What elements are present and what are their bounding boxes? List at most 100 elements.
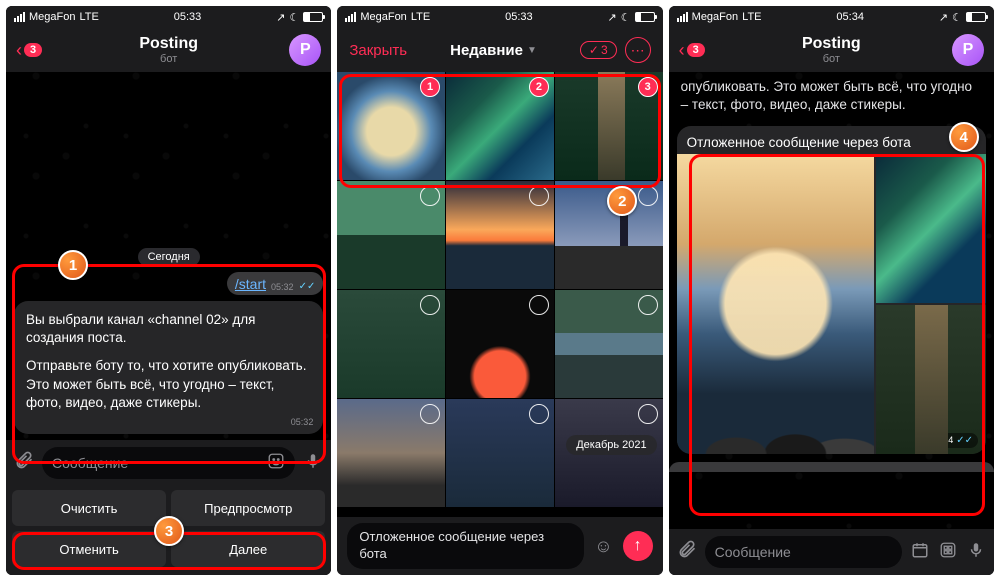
start-command[interactable]: /start xyxy=(235,276,266,292)
more-button[interactable]: ⋯ xyxy=(625,37,651,63)
moon-icon: ☾ xyxy=(952,11,962,24)
selection-circle xyxy=(638,186,658,206)
emoji-icon[interactable]: ☺ xyxy=(594,536,612,557)
gallery-header: Закрыть Недавние ▼ ✓3 ⋯ xyxy=(337,28,662,72)
attach-icon[interactable] xyxy=(677,539,697,565)
selection-badge: 3 xyxy=(638,77,658,97)
arrow-icon: ↗ xyxy=(939,11,948,24)
selection-circle xyxy=(529,186,549,206)
media-caption: Отложенное сообщение через бота xyxy=(677,126,986,154)
status-bar: MegaFon LTE 05:34 ↗ ☾ xyxy=(669,6,994,28)
bot-msg-p1: Вы выбрали канал «channel 02» для создан… xyxy=(26,311,311,347)
selection-circle xyxy=(420,404,440,424)
message-time: 05:32 xyxy=(271,282,294,292)
network-label: LTE xyxy=(79,11,98,23)
send-button[interactable]: ↑ xyxy=(623,531,653,561)
media-photo-1[interactable] xyxy=(677,154,875,454)
signal-icon xyxy=(677,12,688,22)
preview-button[interactable]: Предпросмотр xyxy=(171,490,325,526)
photo-thumb[interactable]: 3 xyxy=(555,72,663,180)
date-separator: Сегодня xyxy=(138,248,200,266)
phone-screen-2: MegaFon LTE 05:33 ↗ ☾ Закрыть Недавние ▼… xyxy=(337,6,662,575)
message-time: 05:32 xyxy=(291,416,314,428)
photo-thumb[interactable] xyxy=(446,399,554,507)
back-button[interactable]: ‹ 3 xyxy=(16,40,42,61)
status-bar: MegaFon LTE 05:33 ↗ ☾ xyxy=(337,6,662,28)
battery-icon xyxy=(635,12,655,22)
status-bar: MegaFon LTE 05:33 ↗ ☾ xyxy=(6,6,331,28)
media-photo-2[interactable] xyxy=(876,154,986,303)
signal-icon xyxy=(345,12,356,22)
battery-icon xyxy=(303,12,323,22)
selection-circle xyxy=(529,404,549,424)
message-input-bar: Сообщение xyxy=(669,529,994,575)
moon-icon: ☾ xyxy=(289,11,299,24)
clear-button[interactable]: Очистить xyxy=(12,490,166,526)
moon-icon: ☾ xyxy=(621,11,631,24)
schedule-icon[interactable] xyxy=(910,541,930,564)
attach-icon[interactable] xyxy=(14,450,34,476)
selection-circle xyxy=(420,186,440,206)
arrow-icon: ↗ xyxy=(276,11,285,24)
mic-icon[interactable] xyxy=(966,541,986,564)
outgoing-message[interactable]: /start 05:32 ✓✓ xyxy=(227,272,323,295)
chat-subtitle: бот xyxy=(669,53,994,65)
mic-icon[interactable] xyxy=(303,452,323,475)
bot-keyboard-icon[interactable] xyxy=(938,541,958,564)
signal-icon xyxy=(14,12,25,22)
month-indicator: Декабрь 2021 xyxy=(566,435,656,455)
caption-bar: Отложенное сообщение через бота ☺ ↑ xyxy=(337,517,662,575)
sticker-icon[interactable] xyxy=(267,452,285,475)
message-input[interactable]: Сообщение xyxy=(705,536,902,568)
battery-icon xyxy=(966,12,986,22)
chat-header: ‹ 3 Posting бот P xyxy=(6,28,331,72)
caption-input[interactable]: Отложенное сообщение через бота xyxy=(347,523,584,569)
chat-header: ‹ 3 Posting бот P xyxy=(669,28,994,72)
unread-badge: 3 xyxy=(24,43,42,57)
album-selector[interactable]: Недавние ▼ xyxy=(450,42,537,59)
photo-thumb[interactable] xyxy=(555,290,663,398)
phone-screen-3: MegaFon LTE 05:34 ↗ ☾ ‹ 3 Posting бот P … xyxy=(669,6,994,575)
photo-thumb[interactable] xyxy=(446,290,554,398)
clock: 05:33 xyxy=(505,11,533,23)
photo-thumb[interactable]: 1 xyxy=(337,72,445,180)
chevron-down-icon: ▼ xyxy=(527,45,537,56)
photo-thumb[interactable] xyxy=(446,181,554,289)
selection-circle xyxy=(420,295,440,315)
cancel-button[interactable]: Отменить xyxy=(12,531,166,567)
previous-bot-message: опубликовать. Это может быть всё, что уг… xyxy=(677,78,986,120)
photo-thumb[interactable] xyxy=(337,290,445,398)
photo-thumb[interactable]: 2 xyxy=(446,72,554,180)
close-button[interactable]: Закрыть xyxy=(349,42,407,59)
selection-badge: 1 xyxy=(420,77,440,97)
media-photo-3[interactable]: 05:34✓✓ xyxy=(876,305,986,454)
bot-message[interactable]: Вы выбрали канал «channel 02» для создан… xyxy=(14,301,323,434)
chat-title: Posting xyxy=(6,35,331,53)
next-button[interactable]: Далее xyxy=(171,531,325,567)
media-message[interactable]: Отложенное сообщение через бота 05:34✓✓ xyxy=(677,126,986,454)
bot-msg-p2: Отправьте боту то, что хотите опубликова… xyxy=(26,357,311,412)
message-input-bar: Сообщение xyxy=(6,440,331,486)
arrow-icon: ↗ xyxy=(608,11,617,24)
message-input[interactable]: Сообщение xyxy=(42,447,295,479)
message-time: 05:34✓✓ xyxy=(926,433,978,448)
selection-badge: 2 xyxy=(529,77,549,97)
chat-title: Posting xyxy=(669,35,994,53)
avatar[interactable]: P xyxy=(289,34,321,66)
chevron-left-icon: ‹ xyxy=(16,40,22,61)
selection-circle xyxy=(638,404,658,424)
photo-thumb[interactable] xyxy=(337,399,445,507)
read-checks-icon: ✓✓ xyxy=(299,281,316,292)
chat-subtitle: бот xyxy=(6,53,331,65)
photo-thumb[interactable] xyxy=(337,181,445,289)
chat-area: опубликовать. Это может быть всё, что уг… xyxy=(669,72,994,529)
input-placeholder: Сообщение xyxy=(52,455,128,471)
phone-screen-1: MegaFon LTE 05:33 ↗ ☾ ‹ 3 Posting бот P … xyxy=(6,6,331,575)
input-placeholder: Сообщение xyxy=(715,544,791,560)
selection-circle xyxy=(529,295,549,315)
selection-count[interactable]: ✓3 xyxy=(580,41,617,59)
clock: 05:34 xyxy=(836,11,864,23)
back-button[interactable]: ‹ 3 xyxy=(679,40,705,61)
avatar[interactable]: P xyxy=(952,34,984,66)
unread-badge: 3 xyxy=(687,43,705,57)
